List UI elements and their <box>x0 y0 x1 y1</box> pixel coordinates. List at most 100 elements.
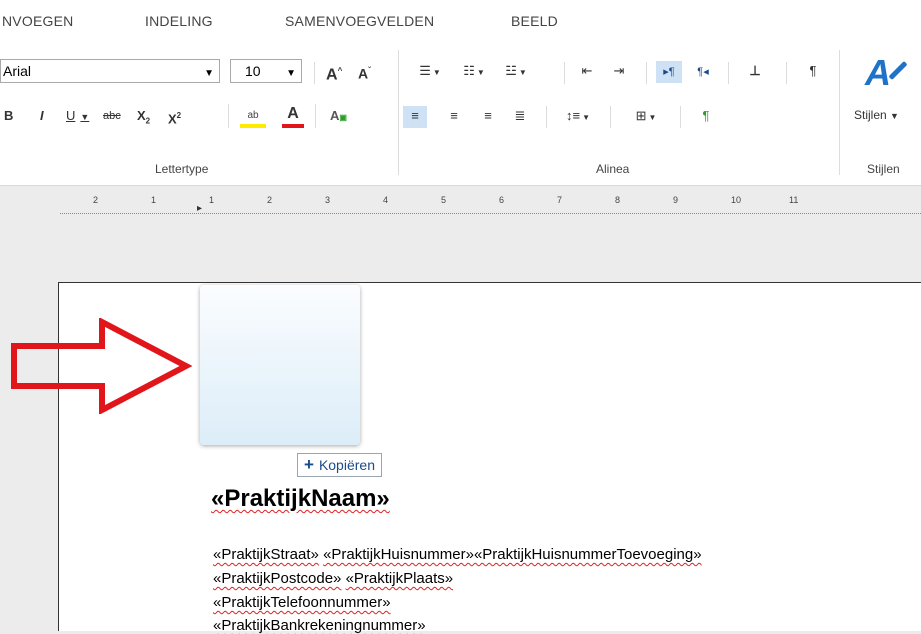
pilcrow-icon: ¶ <box>809 63 817 78</box>
merge-field: «PraktijkPlaats» <box>345 570 454 587</box>
logo-placeholder-image[interactable] <box>200 285 360 445</box>
group-label-styles: Stijlen <box>867 162 900 176</box>
align-center-icon: ≡ <box>450 108 458 123</box>
styles-label: Stijlen ▼ <box>854 108 899 122</box>
clear-formatting-button[interactable]: A▣ <box>330 106 347 128</box>
rtl-icon: ¶◂ <box>697 66 709 78</box>
merge-field: «PraktijkBankrekeningnummer» <box>213 617 426 634</box>
ruler-label: 2 <box>267 195 273 205</box>
page-break-icon: ⊥ <box>749 63 761 78</box>
highlighter-icon: ab <box>247 110 259 121</box>
font-size-value: 10 <box>245 63 261 79</box>
line-spacing-button[interactable]: ↕≡ ▼ <box>560 106 596 128</box>
ruler-label: 9 <box>673 195 679 205</box>
font-family-select[interactable]: Arial ▼ <box>0 59 220 83</box>
align-left-button[interactable]: ≡ <box>403 106 427 128</box>
phone-line[interactable]: «PraktijkTelefoonnummer» <box>213 594 391 611</box>
group-divider <box>839 50 840 175</box>
divider <box>786 62 787 84</box>
font-color-button[interactable]: A <box>282 104 304 128</box>
ruler-label: 4 <box>383 195 389 205</box>
shrink-font-button[interactable]: Aˇ <box>358 61 371 83</box>
rtl-button[interactable]: ¶◂ <box>690 61 716 83</box>
numbered-list-icon: ☷ <box>463 63 475 78</box>
document-title-field[interactable]: «PraktijkNaam» <box>211 485 390 513</box>
show-formatting-button[interactable]: ¶ <box>803 61 823 83</box>
tab-mail-merge[interactable]: SAMENVOEGVELDEN <box>285 13 434 29</box>
bold-button[interactable]: B <box>4 106 13 128</box>
ruler-label: 2 <box>93 195 99 205</box>
styles-button[interactable]: A Stijlen ▼ <box>851 46 921 136</box>
strikethrough-button[interactable]: abc <box>103 106 121 128</box>
styles-icon: A <box>865 52 891 93</box>
group-label-paragraph: Alinea <box>596 162 630 176</box>
numbered-list-button[interactable]: ☷ ▼ <box>458 61 490 83</box>
ruler-label: 1 <box>151 195 157 205</box>
merge-field: «PraktijkPostcode» <box>213 570 342 587</box>
align-right-button[interactable]: ≡ <box>477 106 499 128</box>
underline-button[interactable]: U ▼ <box>66 106 89 128</box>
horizontal-ruler[interactable]: 211234567891011 ▸ ⇥ <box>60 193 921 226</box>
multilevel-list-icon: ☳ <box>505 63 517 78</box>
red-arrow-icon <box>11 318 192 414</box>
copy-button[interactable]: + Kopiëren <box>297 453 382 477</box>
ruler-label: 8 <box>615 195 621 205</box>
page-break-button[interactable]: ⊥ <box>744 61 766 83</box>
chevron-down-icon: ▼ <box>204 68 214 79</box>
italic-button[interactable]: I <box>40 106 44 128</box>
ruler-label: 5 <box>441 195 447 205</box>
font-color-swatch <box>282 124 304 128</box>
divider <box>228 104 229 128</box>
ribbon-tab-bar: NVOEGEN INDELING SAMENVOEGVELDEN BEELD <box>0 0 921 40</box>
divider <box>680 106 681 128</box>
postal-line[interactable]: «PraktijkPostcode» «PraktijkPlaats» <box>213 570 453 587</box>
group-label-font: Lettertype <box>155 162 209 176</box>
ruler-label: 11 <box>789 195 799 205</box>
superscript-button[interactable]: X2 <box>168 106 181 128</box>
multilevel-list-button[interactable]: ☳ ▼ <box>500 61 532 83</box>
group-divider <box>398 50 399 175</box>
ruler-label: 7 <box>557 195 563 205</box>
divider <box>728 62 729 84</box>
merge-field: «PraktijkHuisnummer»«PraktijkHuisnummerT… <box>323 546 702 563</box>
indent-marker-icon[interactable]: ▸ <box>197 203 202 214</box>
bullet-list-icon: ☰ <box>419 63 431 78</box>
divider <box>610 106 611 128</box>
borders-button[interactable]: ⊞ ▼ <box>628 106 664 128</box>
decrease-indent-button[interactable]: ⇤ <box>576 61 598 83</box>
tab-view[interactable]: BEELD <box>511 13 558 29</box>
highlight-button[interactable]: ab <box>240 104 266 128</box>
subscript-button[interactable]: X2 <box>137 106 150 128</box>
justify-button[interactable]: ≣ <box>509 106 531 128</box>
ltr-icon: ▸¶ <box>663 66 675 78</box>
justify-icon: ≣ <box>514 108 526 123</box>
tab-layout[interactable]: INDELING <box>145 13 213 29</box>
chevron-down-icon: ▼ <box>286 68 296 79</box>
bank-line[interactable]: «PraktijkBankrekeningnummer» <box>213 617 426 634</box>
highlight-color-swatch <box>240 124 266 128</box>
align-right-icon: ≡ <box>484 108 492 123</box>
ruler-label: 1 <box>209 195 215 205</box>
ltr-button[interactable]: ▸¶ <box>656 61 682 83</box>
font-size-select[interactable]: 10 ▼ <box>230 59 302 83</box>
address-line[interactable]: «PraktijkStraat» «PraktijkHuisnummer»«Pr… <box>213 546 702 563</box>
copy-button-label: Kopiëren <box>318 457 375 473</box>
paragraph-settings-icon: ¶ <box>702 108 710 123</box>
increase-indent-button[interactable]: ⇥ <box>608 61 630 83</box>
align-left-icon: ≡ <box>411 108 419 123</box>
decrease-indent-icon: ⇤ <box>581 63 593 78</box>
bullet-list-button[interactable]: ☰ ▼ <box>414 61 446 83</box>
ribbon: Arial ▼ 10 ▼ A^ Aˇ B I U ▼ abc X2 X2 ab A… <box>0 40 921 186</box>
grow-font-button[interactable]: A^ <box>326 61 342 83</box>
divider <box>646 62 647 84</box>
plus-icon: + <box>304 455 314 474</box>
tab-insert[interactable]: NVOEGEN <box>2 13 73 29</box>
increase-indent-icon: ⇥ <box>613 63 625 78</box>
divider <box>564 62 565 84</box>
align-center-button[interactable]: ≡ <box>443 106 465 128</box>
paragraph-settings-button[interactable]: ¶ <box>696 106 716 128</box>
ruler-label: 3 <box>325 195 331 205</box>
merge-field: «PraktijkTelefoonnummer» <box>213 594 391 611</box>
divider <box>314 62 315 84</box>
divider <box>546 106 547 128</box>
